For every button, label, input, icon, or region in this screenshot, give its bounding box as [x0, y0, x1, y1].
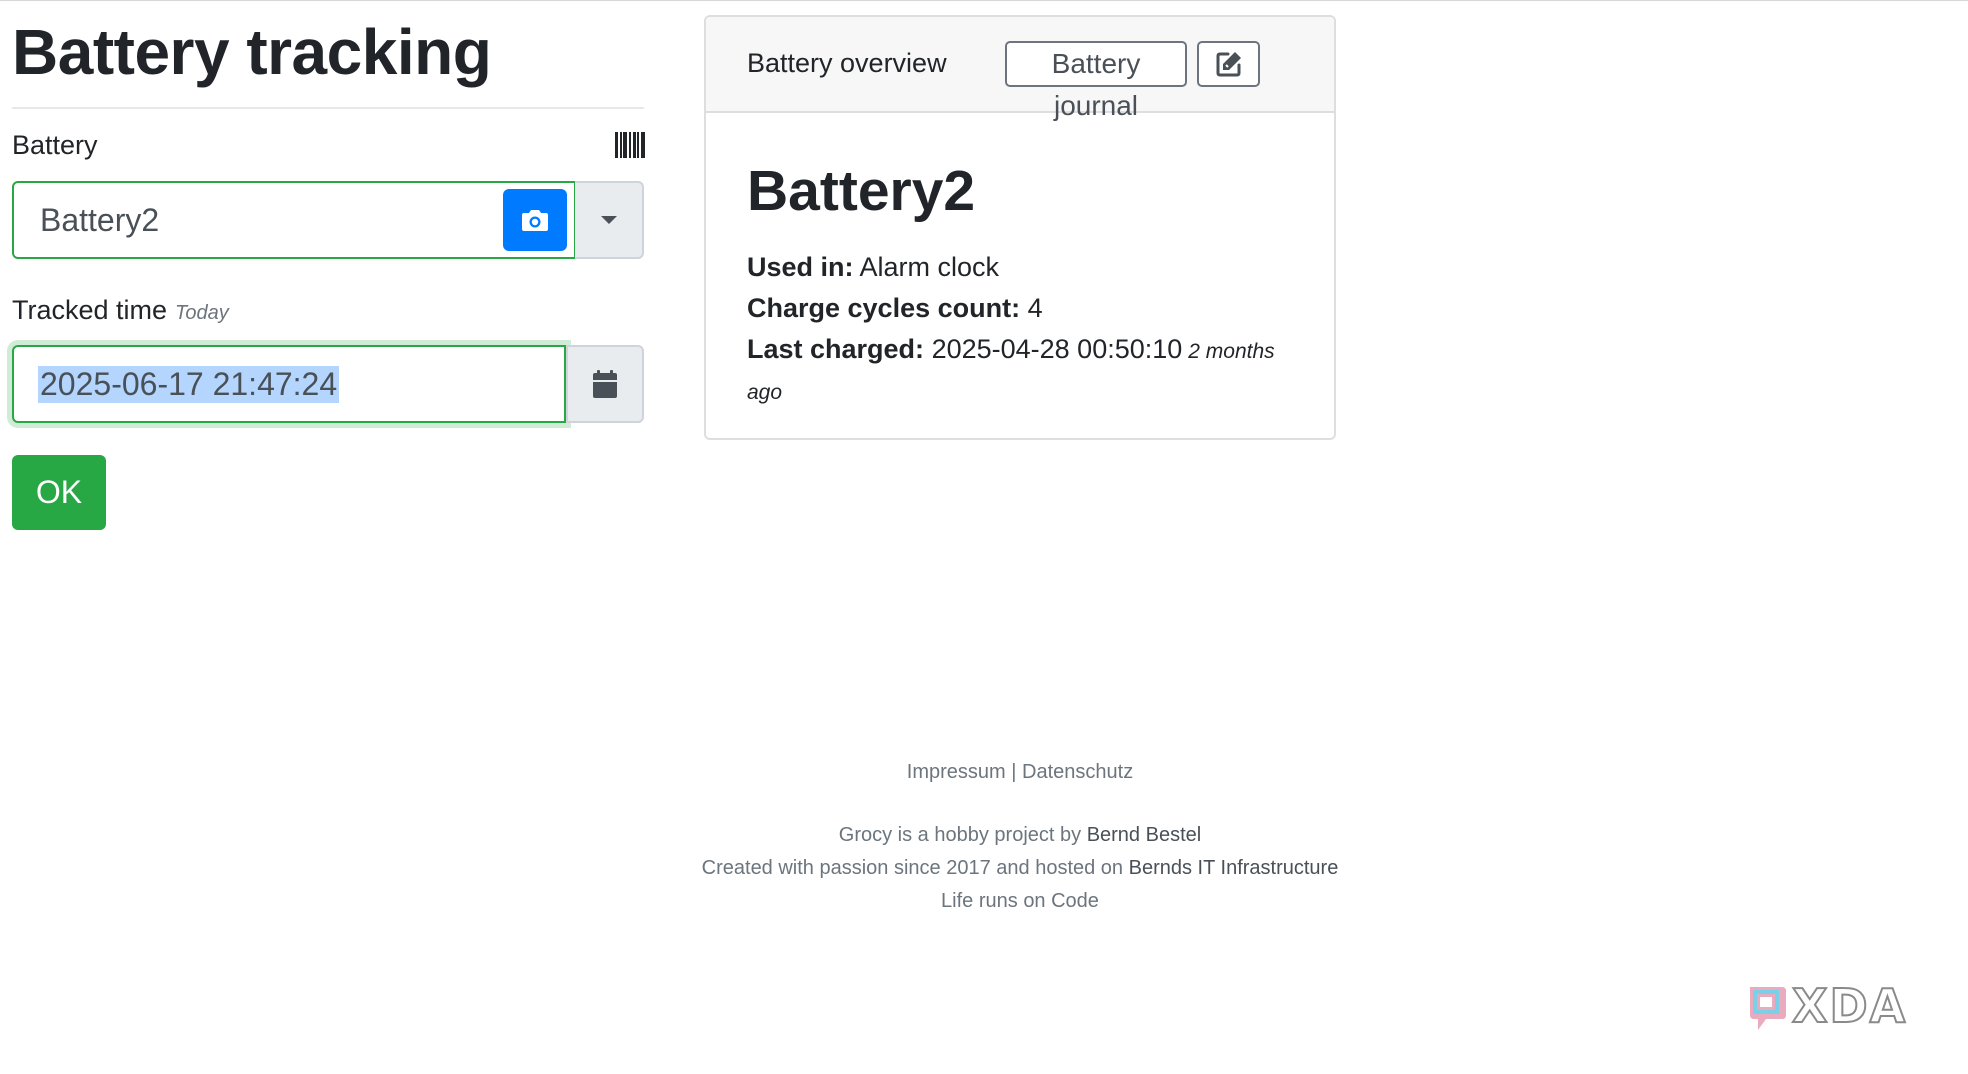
xda-logo: XDA [1750, 982, 1907, 1034]
tracked-time-group: 2025-06-17 21:47:24 [12, 345, 644, 423]
last-charged-value: 2025-04-28 00:50:10 [931, 334, 1183, 364]
top-divider [0, 0, 1968, 1]
calendar-icon [593, 370, 617, 398]
battery-dropdown-button[interactable] [575, 181, 644, 259]
footer-separator: | [1011, 761, 1017, 783]
ok-button[interactable]: OK [12, 455, 106, 530]
last-charged-line: Last charged: 2025-04-28 00:50:10 2 month… [747, 331, 1275, 370]
tracked-time-input[interactable]: 2025-06-17 21:47:24 [12, 345, 566, 423]
charge-cycles-label: Charge cycles count: [747, 293, 1021, 323]
xda-logo-text: XDA [1792, 982, 1907, 1033]
footer: Impressum | Datenschutz Grocy is a hobby… [0, 756, 1968, 918]
used-in-value: Alarm clock [859, 252, 1000, 282]
tracked-time-hint: Today [175, 302, 229, 324]
tracked-time-label: Tracked time Today [12, 293, 229, 330]
battery-overview-card: Battery overview Battery journal Battery… [704, 15, 1336, 440]
battery-select: Battery2 [12, 181, 644, 259]
battery-journal-button[interactable]: Battery journal [1005, 41, 1187, 121]
last-charged-relative-cont: ago [747, 381, 783, 404]
battery-name: Battery2 [747, 159, 976, 223]
tracked-time-value: 2025-06-17 21:47:24 [38, 365, 340, 403]
used-in-label: Used in: [747, 252, 854, 282]
battery-label: Battery [12, 130, 98, 160]
datenschutz-link[interactable]: Datenschutz [1022, 761, 1133, 783]
caret-down-icon [600, 216, 617, 224]
calendar-button[interactable] [566, 345, 644, 423]
footer-line-2-text: Created with passion since 2017 and host… [701, 857, 1124, 879]
footer-line-2: Created with passion since 2017 and host… [0, 852, 1968, 885]
footer-line-1-text: Grocy is a hobby project by [838, 824, 1082, 846]
last-charged-relative: 2 months [1188, 340, 1275, 363]
card-header: Battery overview Battery journal [706, 17, 1334, 121]
impressum-link[interactable]: Impressum [907, 761, 1006, 783]
footer-line-1: Grocy is a hobby project by Bernd Bestel [0, 819, 1968, 852]
author-link[interactable]: Bernd Bestel [1087, 824, 1202, 846]
used-in-line: Used in: Alarm clock [747, 249, 999, 285]
footer-line-3: Life runs on Code [941, 890, 1099, 912]
camera-scan-button[interactable] [503, 189, 567, 251]
title-divider [12, 107, 644, 109]
edit-battery-button[interactable] [1197, 41, 1260, 87]
charge-cycles-line: Charge cycles count: 4 [747, 290, 1043, 326]
footer-links: Impressum | Datenschutz [0, 756, 1968, 789]
page-title: Battery tracking [12, 16, 492, 88]
card-header-title: Battery overview [747, 48, 947, 78]
tracked-time-label-text: Tracked time [12, 295, 168, 325]
charge-cycles-value: 4 [1027, 293, 1043, 323]
last-charged-label: Last charged: [747, 334, 925, 364]
battery-input[interactable]: Battery2 [12, 181, 576, 259]
barcode-icon[interactable] [615, 132, 645, 158]
edit-icon [1216, 52, 1241, 77]
hosting-link[interactable]: Bernds IT Infrastructure [1129, 857, 1339, 879]
camera-icon [522, 210, 548, 231]
